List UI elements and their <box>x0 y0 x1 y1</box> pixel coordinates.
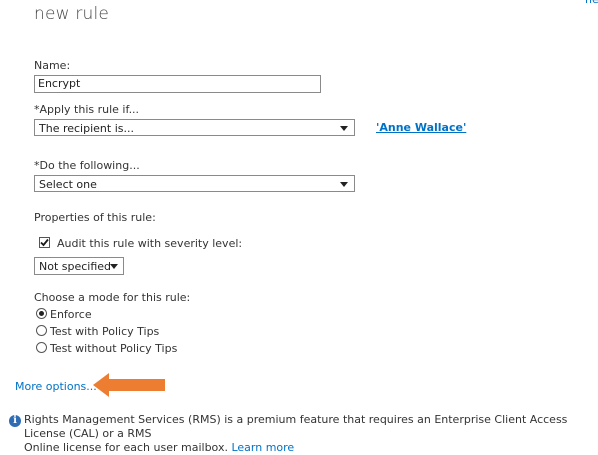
apply-if-label: *Apply this rule if... <box>34 103 140 116</box>
mode-label: Choose a mode for this rule: <box>34 291 191 304</box>
info-icon: i <box>9 415 21 427</box>
mode-option-test-with-tips: Test with Policy Tips <box>50 325 160 338</box>
mode-radio-test-with-tips[interactable] <box>36 325 47 336</box>
mode-radio-enforce[interactable] <box>36 308 47 319</box>
severity-select[interactable]: Not specified <box>34 257 124 275</box>
checkmark-icon <box>40 238 49 247</box>
chevron-down-icon <box>340 182 348 187</box>
help-link[interactable]: he <box>585 0 598 6</box>
audit-checkbox[interactable] <box>39 237 50 248</box>
severity-selected-value: Not specified <box>39 260 112 273</box>
do-following-select[interactable]: Select one <box>34 175 355 192</box>
pointer-arrow-icon <box>93 373 165 397</box>
more-options-link[interactable]: More options... <box>15 380 97 393</box>
recipient-value-link[interactable]: 'Anne Wallace' <box>376 121 466 134</box>
name-input[interactable]: Encrypt <box>34 75 321 93</box>
learn-more-link[interactable]: Learn more <box>231 441 294 454</box>
chevron-down-icon <box>340 126 348 131</box>
rms-info-text: Rights Management Services (RMS) is a pr… <box>24 413 596 455</box>
audit-label: Audit this rule with severity level: <box>57 237 243 250</box>
radio-selected-dot <box>39 311 44 316</box>
page-title: new rule <box>34 4 110 24</box>
rms-info-line1: Rights Management Services (RMS) is a pr… <box>24 413 568 440</box>
properties-label: Properties of this rule: <box>34 211 156 224</box>
chevron-down-icon <box>110 264 118 269</box>
mode-option-enforce: Enforce <box>50 308 92 321</box>
name-label: Name: <box>34 59 71 72</box>
do-following-label: *Do the following... <box>34 159 140 172</box>
do-following-selected-value: Select one <box>39 178 97 191</box>
mode-radio-test-without-tips[interactable] <box>36 342 47 353</box>
rms-info-line2: Online license for each user mailbox. <box>24 441 228 454</box>
mode-option-test-without-tips: Test without Policy Tips <box>50 342 178 355</box>
apply-if-select[interactable]: The recipient is... <box>34 119 355 136</box>
apply-if-selected-value: The recipient is... <box>39 122 134 135</box>
